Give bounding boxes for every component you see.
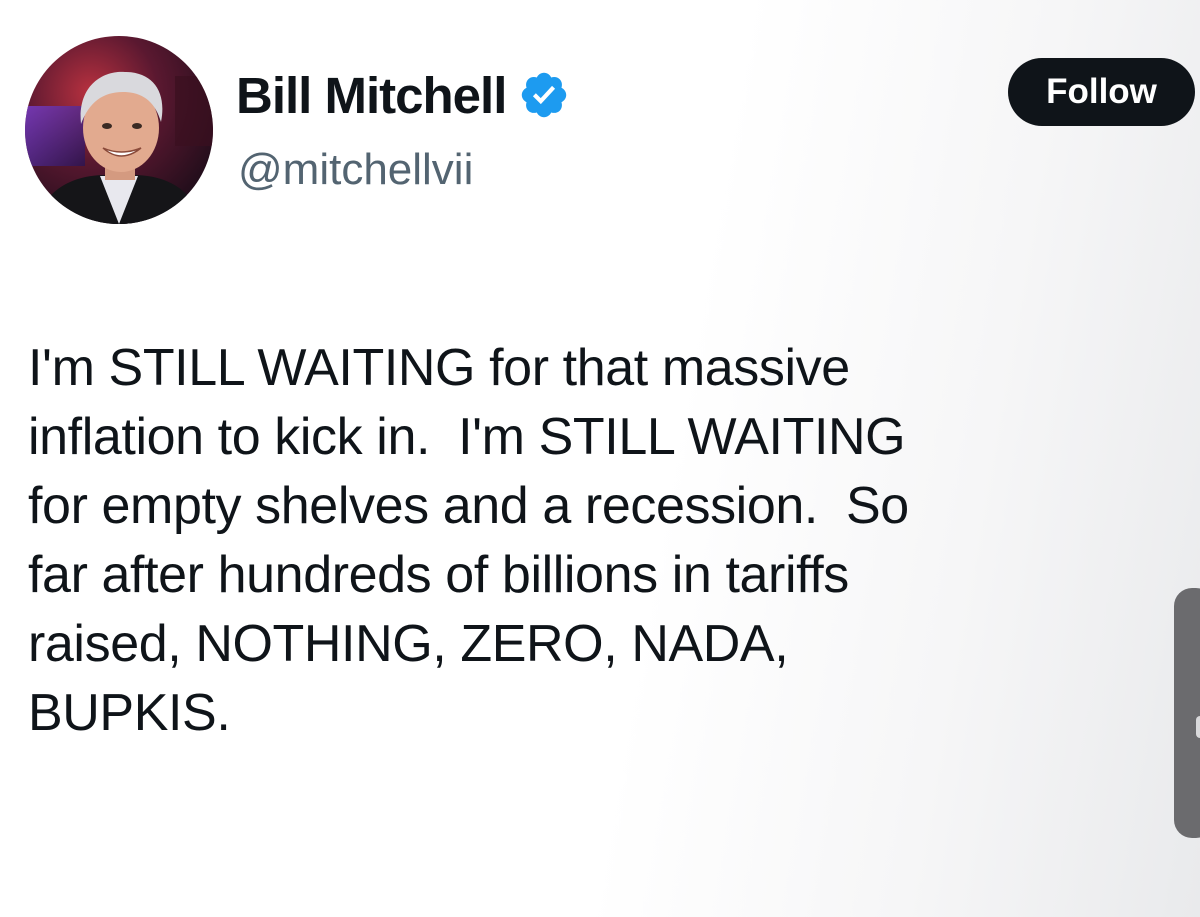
tweet-text-line: I'm STILL WAITING for that massive: [28, 339, 850, 397]
tweet-text-line: for empty shelves and a recession. So: [28, 477, 909, 535]
author-name-row: Bill Mitchell: [236, 60, 570, 130]
tweet-text-line: BUPKIS.: [28, 684, 231, 742]
tweet-text: I'm STILL WAITING for that massive infla…: [28, 334, 1178, 748]
scroll-indicator: [1196, 716, 1200, 738]
author-handle[interactable]: @mitchellvii: [238, 145, 473, 195]
tweet-card: Bill Mitchell @mitchellvii Follow I'm ST…: [0, 0, 1200, 917]
tweet-text-line: raised, NOTHING, ZERO, NADA,: [28, 615, 789, 673]
scroll-handle[interactable]: [1174, 588, 1200, 838]
profile-photo: [25, 36, 213, 224]
tweet-text-line: inflation to kick in. I'm STILL WAITING: [28, 408, 906, 466]
follow-button[interactable]: Follow: [1008, 58, 1195, 126]
display-name[interactable]: Bill Mitchell: [236, 66, 507, 125]
tweet-text-line: far after hundreds of billions in tariff…: [28, 546, 849, 604]
avatar[interactable]: [25, 36, 213, 224]
verified-badge-icon[interactable]: [518, 69, 570, 121]
